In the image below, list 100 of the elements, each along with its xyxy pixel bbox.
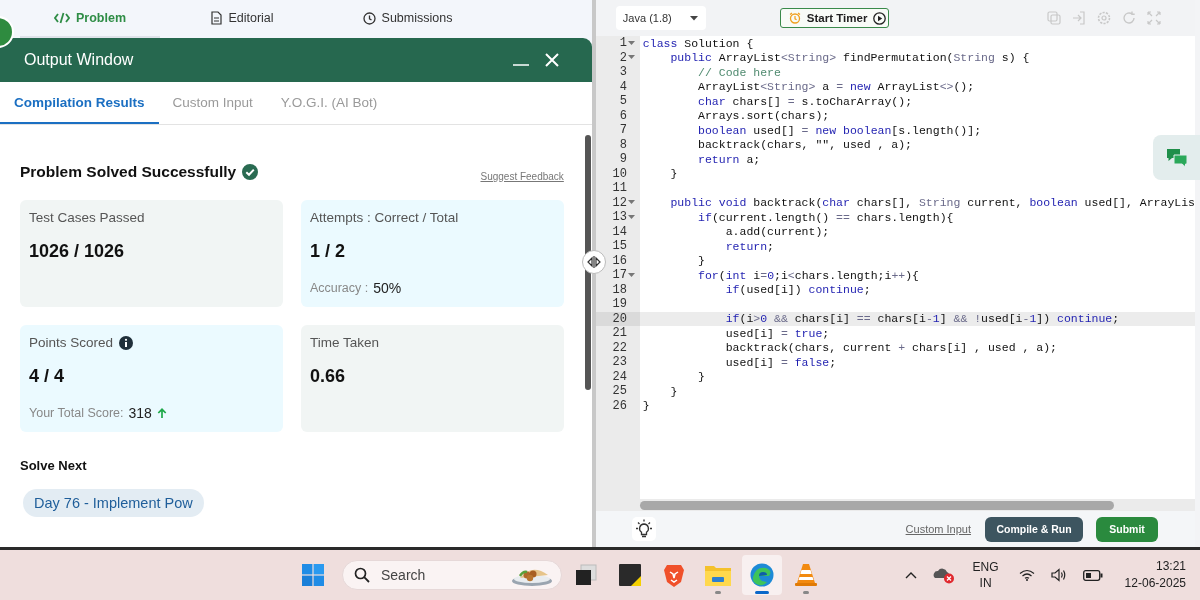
code-icon xyxy=(54,12,70,24)
line-number: 5 xyxy=(619,94,627,109)
horizontal-scrollbar[interactable] xyxy=(639,500,1114,510)
code-line: return; xyxy=(724,239,774,253)
chevron-up-icon[interactable] xyxy=(904,571,917,579)
browser-wave-icon xyxy=(750,563,774,587)
scrollbar[interactable] xyxy=(584,135,591,390)
note-label: Accuracy : xyxy=(309,281,369,295)
chat-button[interactable] xyxy=(1153,135,1200,180)
note-value: 318 xyxy=(128,405,152,421)
language-indicator[interactable]: ENG xyxy=(972,559,999,575)
code-line: public ArrayList<String> findPermutation(String s) { xyxy=(669,51,1030,65)
code-line: for(int i=0;i<chars.length;i++){ xyxy=(697,268,919,282)
code-line: used[i] = true; xyxy=(724,326,830,340)
chat-icon xyxy=(1165,147,1188,168)
split-arrows-icon xyxy=(585,256,602,268)
caret-icon xyxy=(689,15,698,21)
info-icon[interactable] xyxy=(119,335,134,350)
code-line: } xyxy=(697,254,705,268)
submit-button[interactable]: Submit xyxy=(1096,516,1158,542)
line-number: 26 xyxy=(612,398,627,413)
fold-caret-icon[interactable] xyxy=(628,40,636,46)
code-line: if(used[i]) continue; xyxy=(724,283,871,297)
line-number: 20 xyxy=(612,311,627,326)
code-line: } xyxy=(669,167,678,181)
battery-icon[interactable] xyxy=(1082,569,1103,581)
card-label: Points Scored xyxy=(29,335,114,350)
code-line: used[i] = false; xyxy=(724,355,837,369)
line-number: 16 xyxy=(612,253,627,268)
play-icon xyxy=(873,11,887,25)
code-line: boolean used[] = new boolean[s.length()]; xyxy=(697,123,982,137)
problem-tab[interactable]: Editorial xyxy=(160,0,325,38)
line-number: 19 xyxy=(612,297,627,312)
code-line: ArrayList<String> a = new ArrayList<>(); xyxy=(697,80,975,94)
fold-caret-icon[interactable] xyxy=(628,214,636,220)
line-number: 24 xyxy=(612,369,627,384)
line-number: 1 xyxy=(619,36,627,51)
clock-date[interactable]: 12-06-2025 xyxy=(1124,575,1186,592)
line-number: 18 xyxy=(612,282,627,297)
folder-icon xyxy=(705,564,731,586)
clock-icon xyxy=(362,11,376,25)
start-timer-button[interactable]: Start Timer xyxy=(779,8,890,28)
note-value: 50% xyxy=(373,280,402,296)
clock-time[interactable]: 13:21 xyxy=(1155,558,1186,575)
close-icon[interactable] xyxy=(543,52,560,68)
line-number: 13 xyxy=(612,210,627,225)
wifi-icon[interactable] xyxy=(1018,569,1035,581)
card-value: 4 / 4 xyxy=(29,366,66,387)
code-line: backtrack(chars, current + chars[i] , used , a); xyxy=(724,341,1057,355)
card-label: Time Taken xyxy=(309,335,379,350)
output-tab[interactable]: Compilation Results xyxy=(0,82,159,124)
code-line: return a; xyxy=(697,152,761,166)
line-number: 4 xyxy=(619,79,627,94)
custom-input-link[interactable]: Custom Input xyxy=(905,523,971,535)
code-line: } xyxy=(669,384,678,398)
line-number: 6 xyxy=(619,108,627,123)
card-label: Attempts : Correct / Total xyxy=(309,210,459,225)
card-value: 0.66 xyxy=(309,366,346,387)
line-number: 17 xyxy=(612,268,627,283)
next-problem-chip[interactable]: Day 76 - Implement Pow xyxy=(23,489,204,517)
fold-caret-icon[interactable] xyxy=(628,200,636,206)
line-number: 23 xyxy=(612,355,627,370)
window-title: Output Window xyxy=(24,51,135,69)
lion-shield-icon xyxy=(664,563,684,587)
line-number: 10 xyxy=(612,166,627,181)
line-number: 11 xyxy=(612,181,627,196)
line-number: 9 xyxy=(619,152,627,167)
code-line: if(current.length() == chars.length){ xyxy=(697,210,954,224)
suggest-feedback-link[interactable]: Suggest Feedback xyxy=(480,171,564,182)
compile-run-button[interactable]: Compile & Run xyxy=(985,516,1083,542)
hint-button[interactable] xyxy=(631,517,656,541)
task-view-icon xyxy=(575,564,597,586)
language-select[interactable]: Java (1.8) xyxy=(615,6,706,30)
sticky-note-icon xyxy=(619,564,641,586)
fold-caret-icon[interactable] xyxy=(628,272,636,278)
line-number: 14 xyxy=(612,224,627,239)
line-number: 25 xyxy=(612,384,627,399)
code-line: // Code here xyxy=(697,65,781,79)
search-icon xyxy=(354,567,370,583)
card-value: 1 / 2 xyxy=(309,241,346,262)
cloud-error-icon[interactable] xyxy=(932,566,955,584)
line-number: 12 xyxy=(612,195,627,210)
search-field[interactable]: Search xyxy=(342,560,562,590)
code-line: char chars[] = s.toCharArray(); xyxy=(697,94,913,108)
line-number: 2 xyxy=(619,50,627,65)
start-icon[interactable] xyxy=(302,564,324,586)
code-line: public void backtrack(char chars[], String current, boolean used[], ArrayLis xyxy=(669,196,1195,210)
card-value: 1026 / 1026 xyxy=(29,241,126,262)
light-bulb-icon xyxy=(633,519,654,539)
line-number: 8 xyxy=(619,137,627,152)
card-label: Test Cases Passed xyxy=(29,210,145,225)
line-number: 3 xyxy=(619,65,627,80)
fold-caret-icon[interactable] xyxy=(628,55,636,61)
code-line: } xyxy=(641,399,650,413)
problem-tab[interactable]: Submissions xyxy=(325,0,490,38)
section-heading: Solve Next xyxy=(20,458,88,473)
document-icon xyxy=(211,11,223,25)
line-number: 22 xyxy=(612,340,627,355)
speaker-icon[interactable] xyxy=(1050,568,1067,582)
region-indicator[interactable]: IN xyxy=(979,575,992,591)
